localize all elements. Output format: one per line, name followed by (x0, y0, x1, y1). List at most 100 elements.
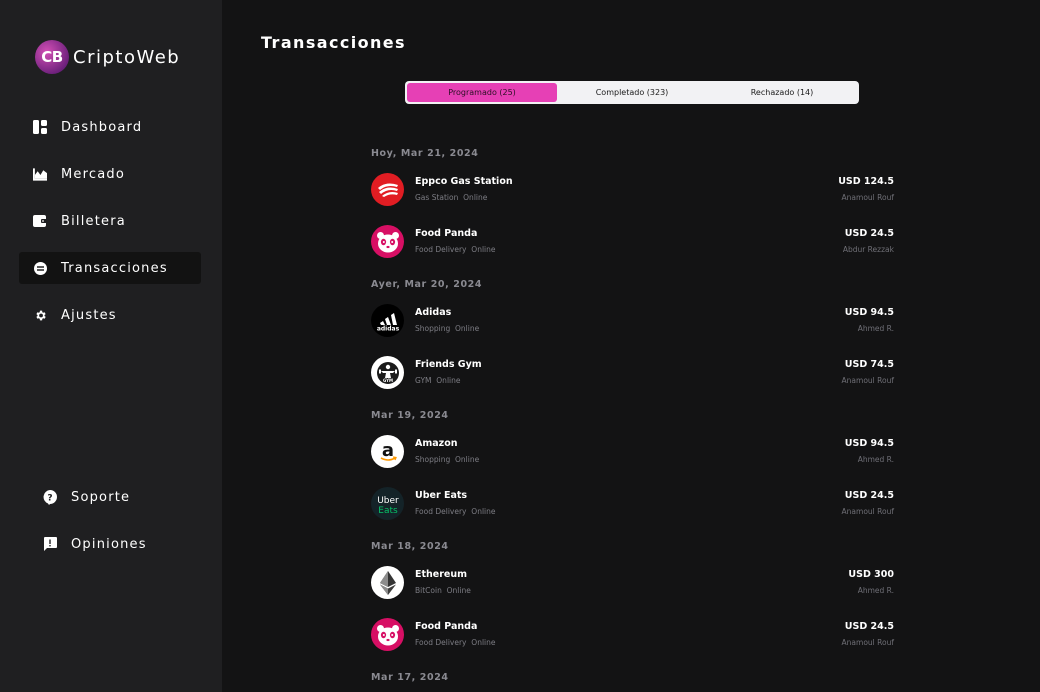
tab-programado[interactable]: Programado (25) (407, 83, 557, 102)
channel-text: Online (455, 324, 480, 333)
channel-text: Online (471, 507, 496, 516)
merchant-category: Shopping Online (415, 324, 479, 333)
amazon-wordmark: a (381, 440, 393, 461)
eats-wordmark: Eats (378, 506, 398, 516)
transaction-row[interactable]: Ethereum BitCoin Online USD 300 Ahmed R. (371, 566, 894, 600)
merchant-name: Eppco Gas Station (415, 176, 513, 187)
transaction-amount: USD 24.5 (844, 228, 894, 239)
merchant-category: Food Delivery Online (415, 507, 496, 516)
merchant-name: Adidas (415, 307, 452, 318)
sidebar-item-soporte[interactable]: ? Soporte (29, 481, 211, 513)
sidebar: CB CriptoWeb Dashboard Mercado Billetera… (0, 0, 222, 692)
page-title: Transacciones (261, 33, 406, 52)
sidebar-item-label: Mercado (61, 166, 125, 182)
transaction-amount: USD 94.5 (844, 438, 894, 449)
gym-logo: GYM (371, 356, 404, 389)
logo-badge: CB (35, 40, 69, 74)
transaction-user: Anamoul Rouf (841, 507, 894, 516)
transaction-amount: USD 94.5 (844, 307, 894, 318)
transaction-row[interactable]: Eppco Gas Station Gas Station Online USD… (371, 173, 894, 207)
foodpanda-logo (371, 618, 404, 651)
date-header: Mar 17, 2024 (371, 672, 449, 683)
sidebar-item-dashboard[interactable]: Dashboard (19, 111, 201, 143)
transaction-row[interactable]: adidas Adidas Shopping Online USD 94.5 A… (371, 304, 894, 338)
amazon-logo: a (371, 435, 404, 468)
category-text: Food Delivery (415, 245, 467, 254)
tab-completado[interactable]: Completado (323) (557, 83, 707, 102)
sidebar-item-billetera[interactable]: Billetera (19, 205, 201, 237)
merchant-category: Shopping Online (415, 455, 479, 464)
tab-rechazado[interactable]: Rechazado (14) (707, 83, 857, 102)
transaction-user: Ahmed R. (857, 324, 894, 333)
gear-icon (33, 308, 47, 322)
transaction-row[interactable]: GYM Friends Gym GYM Online USD 74.5 Anam… (371, 356, 894, 390)
transaction-amount: USD 24.5 (844, 621, 894, 632)
transaction-user: Ahmed R. (857, 455, 894, 464)
date-header: Ayer, Mar 20, 2024 (371, 279, 483, 290)
merchant-category: Food Delivery Online (415, 245, 496, 254)
sidebar-item-transacciones[interactable]: Transacciones (19, 252, 201, 284)
transaction-amount: USD 24.5 (844, 490, 894, 501)
date-header: Mar 19, 2024 (371, 410, 449, 421)
merchant-category: Food Delivery Online (415, 638, 496, 647)
sidebar-item-ajustes[interactable]: Ajustes (19, 299, 201, 331)
category-text: Shopping (415, 455, 451, 464)
merchant-category: BitCoin Online (415, 586, 471, 595)
channel-text: Online (446, 586, 471, 595)
app-name: CriptoWeb (73, 46, 181, 68)
sidebar-item-label: Dashboard (61, 119, 143, 135)
transaction-row[interactable]: Food Panda Food Delivery Online USD 24.5… (371, 618, 894, 652)
channel-text: Online (455, 455, 480, 464)
merchant-name: Ethereum (415, 569, 468, 580)
category-text: Food Delivery (415, 507, 467, 516)
transaction-row[interactable]: Food Panda Food Delivery Online USD 24.5… (371, 225, 894, 259)
channel-text: Online (471, 245, 496, 254)
channel-text: Online (436, 376, 461, 385)
transaction-user: Abdur Rezzak (842, 245, 894, 254)
gym-wordmark: GYM (382, 378, 392, 383)
merchant-name: Food Panda (415, 621, 478, 632)
ethereum-logo (371, 566, 404, 599)
category-text: BitCoin (415, 586, 442, 595)
merchant-name: Amazon (415, 438, 458, 449)
merchant-category: GYM Online (415, 376, 460, 385)
app-logo[interactable]: CB CriptoWeb (35, 40, 180, 74)
transaction-amount: USD 124.5 (838, 176, 894, 187)
transaction-amount: USD 300 (848, 569, 894, 580)
transaction-row[interactable]: Uber Eats Uber Eats Food Delivery Online … (371, 487, 894, 521)
support-icon: ? (43, 489, 57, 505)
transaction-amount: USD 74.5 (844, 359, 894, 370)
merchant-name: Friends Gym (415, 359, 482, 370)
sidebar-item-mercado[interactable]: Mercado (19, 158, 201, 190)
channel-text: Online (463, 193, 488, 202)
channel-text: Online (471, 638, 496, 647)
feedback-icon (43, 537, 57, 551)
category-text: Shopping (415, 324, 451, 333)
foodpanda-logo (371, 225, 404, 258)
dashboard-icon (33, 120, 47, 134)
merchant-name: Food Panda (415, 228, 478, 239)
transaction-user: Anamoul Rouf (841, 638, 894, 647)
transaction-user: Anamoul Rouf (841, 376, 894, 385)
chart-area-icon (33, 167, 47, 181)
ubereats-logo: Uber Eats (371, 487, 404, 520)
category-text: Food Delivery (415, 638, 467, 647)
category-text: GYM (415, 376, 432, 385)
sidebar-item-label: Opiniones (71, 536, 147, 552)
merchant-category: Gas Station Online (415, 193, 487, 202)
sidebar-item-label: Transacciones (61, 260, 168, 276)
category-text: Gas Station (415, 193, 459, 202)
uber-wordmark: Uber (377, 496, 399, 506)
transaction-row[interactable]: a Amazon Shopping Online USD 94.5 Ahmed … (371, 435, 894, 469)
adidas-logo: adidas (371, 304, 404, 337)
transaction-user: Ahmed R. (857, 586, 894, 595)
date-header: Hoy, Mar 21, 2024 (371, 148, 479, 159)
sidebar-item-opiniones[interactable]: Opiniones (29, 528, 211, 560)
merchant-name: Uber Eats (415, 490, 468, 501)
date-header: Mar 18, 2024 (371, 541, 449, 552)
transactions-icon (33, 261, 47, 275)
status-tabs: Programado (25) Completado (323) Rechaza… (405, 81, 859, 104)
sidebar-item-label: Soporte (71, 489, 131, 505)
eppco-logo (371, 173, 404, 206)
adidas-wordmark: adidas (376, 325, 399, 332)
